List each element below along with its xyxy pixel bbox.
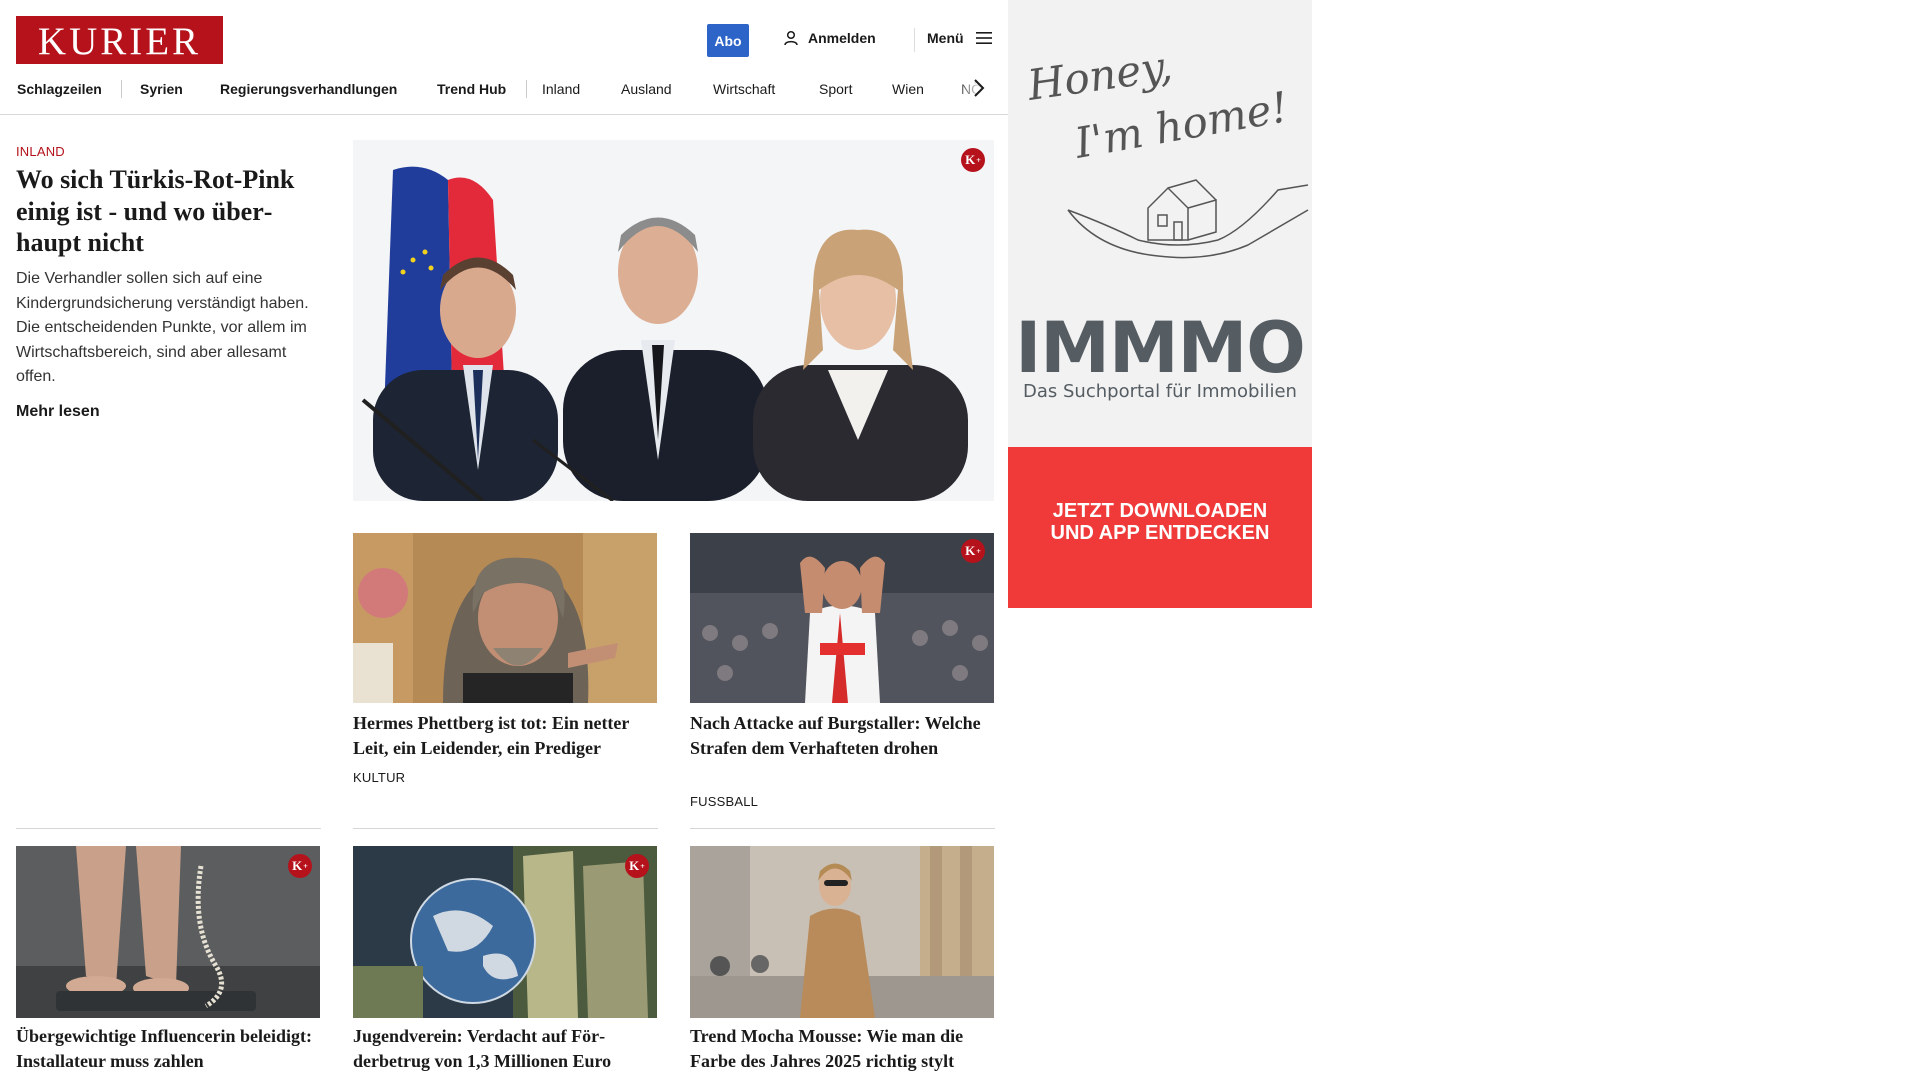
nav-item-wirtschaft[interactable]: Wirtschaft — [713, 81, 775, 97]
card-category-fussball[interactable]: FUSSBALL — [690, 794, 758, 809]
section-divider — [16, 828, 321, 829]
nav-item-wien[interactable]: Wien — [892, 81, 924, 97]
nav-item-regierungsverhandlungen[interactable]: Regierungsverhandlungen — [220, 81, 397, 97]
card-headline-phettberg[interactable]: Hermes Phettberg ist tot: Ein netter Lei… — [353, 711, 657, 760]
nav-item-inland[interactable]: Inland — [542, 81, 580, 97]
card-headline-burgstaller[interactable]: Nach Attacke auf Burgstaller: Wel­che St… — [690, 711, 1000, 760]
nav-divider — [526, 80, 527, 98]
ad-cta-line1: JETZT DOWNLOADEN — [1052, 500, 1268, 522]
menu-button[interactable]: Menü — [927, 30, 992, 46]
k-plus-badge-letter: K — [629, 858, 640, 873]
header-divider — [914, 28, 915, 52]
ad-top-panel: Honey, I'm home! IMMMO Das Suchportal fü… — [1008, 0, 1312, 447]
lead-category[interactable]: INLAND — [16, 144, 65, 159]
ad-script-line1: Honey, — [1024, 41, 1176, 110]
ad-cta-line2: UND APP ENTDECKEN — [1050, 522, 1270, 544]
login-label: Anmelden — [808, 30, 876, 46]
hamburger-icon — [975, 32, 992, 44]
lead-headline[interactable]: Wo sich Türkis-Rot-Pink einig ist - und … — [16, 164, 326, 259]
abo-button[interactable]: Abo — [707, 24, 749, 57]
card-image-influencerin[interactable]: K + — [16, 846, 320, 1018]
ad-tagline: Das Suchportal für Immobilien — [1023, 381, 1297, 402]
main-navigation: Schlagzeilen Syrien Regierungsverhandlun… — [0, 76, 1008, 115]
card-image-jugendverein[interactable]: K + — [353, 846, 657, 1018]
plus-icon: + — [640, 861, 645, 871]
nav-item-schlagzeilen[interactable]: Schlagzeilen — [17, 81, 102, 97]
card-photo — [690, 846, 994, 1018]
nav-item-ausland[interactable]: Ausland — [621, 81, 672, 97]
card-image-phettberg[interactable] — [353, 533, 657, 703]
k-plus-badge: K + — [961, 148, 985, 172]
lead-image[interactable]: K + — [353, 140, 994, 501]
nav-item-syrien[interactable]: Syrien — [140, 81, 183, 97]
card-headline-jugendverein[interactable]: Jugendverein: Verdacht auf För­derbetrug… — [353, 1024, 663, 1073]
section-divider — [690, 828, 995, 829]
ad-cta-button[interactable]: JETZT DOWNLOADEN UND APP ENTDECKEN — [1008, 500, 1312, 544]
plus-icon: + — [976, 546, 981, 556]
card-image-mocha-mousse[interactable] — [690, 846, 994, 1018]
card-photo — [16, 846, 320, 1018]
nav-item-sport[interactable]: Sport — [819, 81, 852, 97]
nav-divider — [121, 80, 122, 98]
k-plus-badge-letter: K — [292, 858, 303, 873]
lead-photo — [353, 140, 994, 501]
card-headline-influencerin[interactable]: Übergewichtige Influencerin belei­digt: … — [16, 1024, 326, 1073]
plus-icon: + — [303, 861, 308, 871]
card-image-burgstaller[interactable]: K + — [690, 533, 994, 703]
section-divider — [353, 828, 658, 829]
card-photo — [353, 846, 657, 1018]
user-icon — [784, 30, 798, 46]
lead-teaser: Die Verhandler sollen sich auf eine Kind… — [16, 270, 309, 385]
ad-illustration: Honey, I'm home! IMMMO Das Suchportal fü… — [1015, 41, 1309, 402]
k-plus-badge-letter: K — [965, 152, 976, 167]
k-plus-badge: K + — [961, 539, 985, 563]
read-more-link[interactable]: Mehr lesen — [16, 403, 100, 421]
ad-brand-name: IMMMO — [1015, 307, 1305, 389]
card-photo — [353, 533, 657, 703]
card-category-kultur[interactable]: KULTUR — [353, 770, 405, 785]
k-plus-badge: K + — [288, 854, 312, 878]
card-photo — [690, 533, 994, 703]
k-plus-badge-letter: K — [965, 543, 976, 558]
menu-label: Menü — [927, 30, 964, 46]
house-in-hand-icon — [1067, 179, 1309, 259]
kurier-logo[interactable]: KURIER — [16, 16, 223, 64]
immmo-advertisement[interactable]: Honey, I'm home! IMMMO Das Suchportal fü… — [1008, 0, 1312, 608]
chevron-right-icon[interactable] — [972, 78, 986, 98]
k-plus-badge: K + — [625, 854, 649, 878]
card-headline-mocha-mousse[interactable]: Trend Mocha Mousse: Wie man die Farbe de… — [690, 1024, 1000, 1073]
plus-icon: + — [976, 155, 981, 165]
nav-item-trend-hub[interactable]: Trend Hub — [437, 81, 506, 97]
login-button[interactable]: Anmelden — [783, 30, 876, 46]
